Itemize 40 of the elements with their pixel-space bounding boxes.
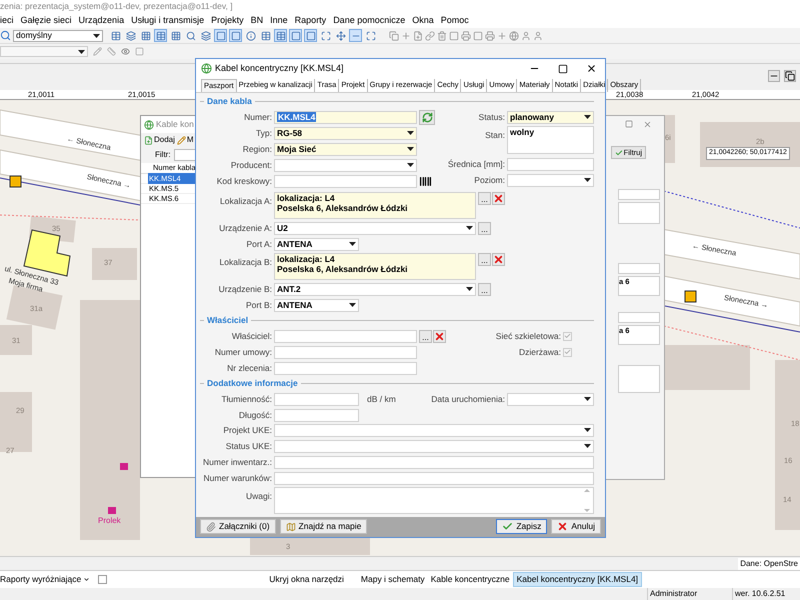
status-text: wer. 10.6.2.51 [732,588,800,600]
field-label: Lokalizacja A: [219,194,273,208]
field-label: Urządzenie B: [218,282,273,296]
field-label: Numer warunków: [202,472,273,484]
field-label: Typ: [254,126,273,140]
field-label: Numer inwentarz.: [202,456,273,468]
unit-label: dB / km [367,392,396,406]
dialog-title: Kabel koncentryczny [KK.MSL4] [215,62,345,76]
field-label: Dzierżawa: [518,346,561,358]
map-label: Prolek [98,516,121,525]
field-label: Tłumienność: [220,392,273,406]
field-label: Właściciel: [230,330,273,342]
field-label: Numer umowy: [214,346,273,358]
field-label: Stan: [485,128,506,142]
field-label: Długość: [238,408,273,422]
section-heading: Właściciel [206,314,250,327]
field-label: Status: [478,110,506,124]
field-label: Producent: [230,158,273,172]
section-heading: Dane kabla [206,95,253,108]
field-label: Nr zlecenia: [226,362,273,374]
field-label: Średnica [mm]: [448,158,506,170]
field-label: Sieć szkieletowa: [496,330,561,342]
field-label: Status UKE: [224,440,273,452]
field-label: Data uruchomienia: [431,392,506,406]
field-label: Kod kreskowy: [216,174,273,188]
window-title: Kable kon [156,118,194,131]
field-label: Numer: [243,110,273,124]
field-label: Projekt UKE: [222,424,273,436]
field-label: Port B: [245,298,273,312]
field-label: Port A: [245,238,273,250]
field-label: Urządzenie A: [218,222,273,234]
status-text: Administrator [647,588,732,600]
map-attribution: Dane: OpenStre [738,558,800,570]
field-label: Poziom: [474,174,506,186]
window-title: zenia: prezentacja_system@o11-dev, prezentacja@o11-dev, ] [0,0,233,13]
filter-label: Filtr: [155,149,171,161]
field-label: Lokalizacja B: [218,256,273,268]
section-heading: Dodatkowe informacje [206,377,299,390]
field-label: Region: [242,142,273,156]
field-label: Uwagi: [245,490,273,502]
